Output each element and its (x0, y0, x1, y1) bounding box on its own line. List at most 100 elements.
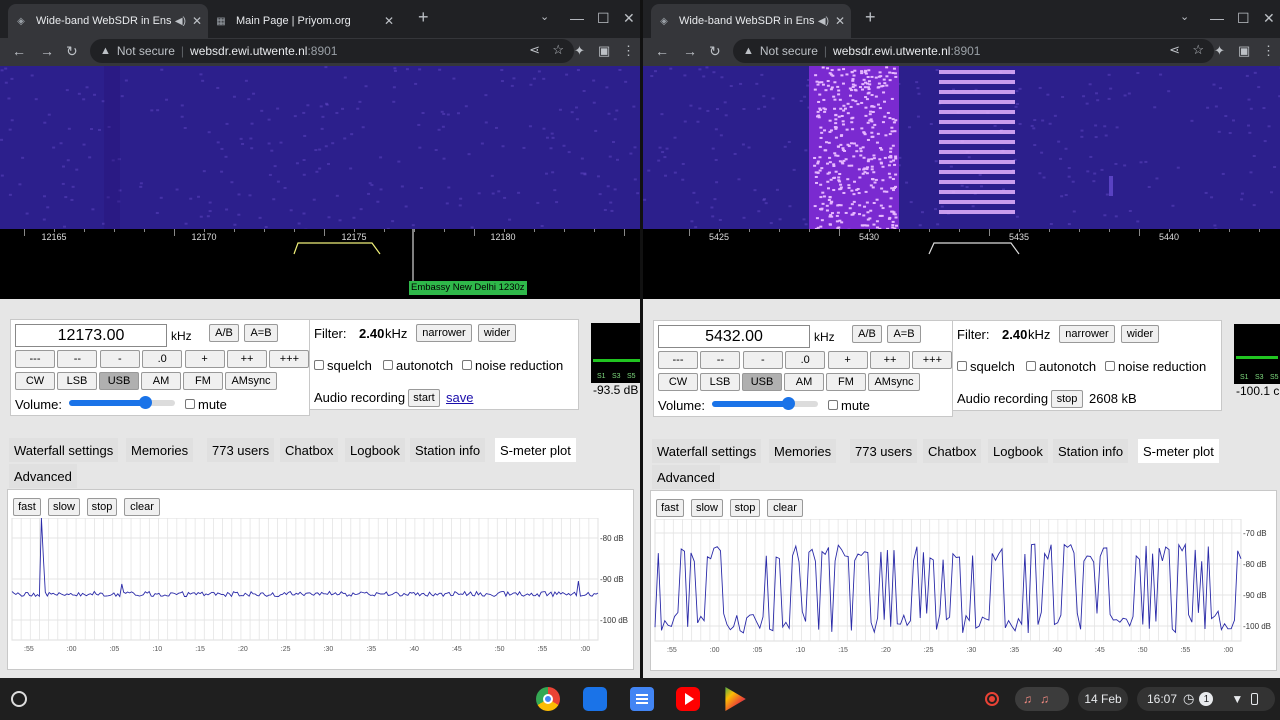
new-tab-icon[interactable]: + (418, 7, 429, 28)
side-panel-icon[interactable]: ▣ (598, 43, 610, 59)
files-app-icon[interactable] (583, 687, 607, 711)
frequency-input[interactable]: 5432.00 (658, 325, 810, 348)
step-button[interactable]: -- (700, 351, 741, 369)
maximize-icon[interactable]: ☐ (597, 10, 610, 27)
step-button[interactable]: - (742, 351, 783, 369)
step-button[interactable]: + (184, 350, 225, 368)
address-bar[interactable]: ▲ Not secure | websdr.ewi.utwente.nl:8901 ⋖ ☆ (733, 39, 1214, 63)
step-button[interactable]: .0 (785, 351, 826, 369)
speaker-icon[interactable]: ◀) (175, 16, 186, 27)
plot-stop-button[interactable]: stop (87, 498, 117, 516)
autonotch-checkbox[interactable] (383, 360, 393, 370)
plot-slow-button[interactable]: slow (691, 499, 723, 517)
date-tray[interactable]: 14 Feb (1078, 687, 1128, 711)
mode-button-am[interactable]: AM (141, 372, 181, 390)
noise-checkbox[interactable] (1105, 361, 1115, 371)
browser-tab-2[interactable]: ▦ Main Page | Priyom.org ✕ (208, 4, 400, 38)
recording-button[interactable]: stop (1051, 390, 1083, 408)
plot-stop-button[interactable]: stop (730, 499, 760, 517)
mode-button-usb[interactable]: USB (742, 373, 782, 391)
plot-fast-button[interactable]: fast (656, 499, 684, 517)
station-label[interactable]: Embassy New Delhi 1230z (409, 281, 527, 295)
bookmark-star-icon[interactable]: ☆ (1192, 42, 1204, 58)
plot-fast-button[interactable]: fast (13, 498, 41, 516)
tab-memories[interactable]: Memories (769, 439, 837, 463)
step-button[interactable]: ++ (870, 351, 910, 369)
minimize-icon[interactable]: — (570, 10, 584, 26)
headset-tray[interactable]: ♫ ♫ (1015, 687, 1069, 711)
tab-search-icon[interactable]: ⌄ (540, 10, 549, 23)
step-button[interactable]: --- (658, 351, 698, 369)
step-button[interactable]: +++ (912, 351, 953, 369)
narrower-button[interactable]: narrower (416, 324, 472, 342)
menu-icon[interactable]: ⋮ (1262, 43, 1275, 59)
screen-record-icon[interactable] (985, 692, 999, 706)
new-tab-icon[interactable]: + (865, 7, 876, 28)
menu-icon[interactable]: ⋮ (622, 43, 635, 59)
step-button[interactable]: -- (57, 350, 98, 368)
address-bar[interactable]: ▲ Not secure | websdr.ewi.utwente.nl:8901 ⋖ ☆ (90, 39, 574, 63)
frequency-scale[interactable]: 121651217012175121801Embassy New Delhi 1… (0, 229, 640, 299)
play-store-app-icon[interactable] (725, 687, 746, 711)
docs-app-icon[interactable] (630, 687, 654, 711)
tab-waterfall-settings[interactable]: Waterfall settings (9, 438, 119, 462)
ab-button[interactable]: A/B (209, 324, 239, 342)
squelch-checkbox[interactable] (957, 361, 967, 371)
extensions-icon[interactable]: ✦ (1214, 43, 1225, 59)
waterfall-canvas[interactable] (643, 66, 1280, 229)
tab-waterfall-settings[interactable]: Waterfall settings (652, 439, 762, 463)
mute-checkbox[interactable] (828, 400, 838, 410)
tab-chatbox[interactable]: Chatbox (280, 438, 339, 462)
step-button[interactable]: +++ (269, 350, 310, 368)
reload-icon[interactable]: ↻ (66, 43, 78, 60)
frequency-scale[interactable]: 5425 5430 5435 5440 (643, 229, 1280, 299)
launcher-button[interactable] (11, 691, 27, 707)
share-icon[interactable]: ⋖ (1169, 42, 1180, 58)
mode-button-am[interactable]: AM (784, 373, 824, 391)
autonotch-checkbox[interactable] (1026, 361, 1036, 371)
forward-icon[interactable]: → (683, 43, 697, 59)
tab-773-users[interactable]: 773 users (207, 438, 275, 462)
tab-search-icon[interactable]: ⌄ (1180, 10, 1189, 23)
tab-logbook[interactable]: Logbook (988, 439, 1048, 463)
passband-svg[interactable] (0, 229, 640, 299)
tab-chatbox[interactable]: Chatbox (923, 439, 982, 463)
waterfall-canvas[interactable] (0, 66, 640, 229)
a-equals-b-button[interactable]: A=B (244, 324, 278, 342)
youtube-app-icon[interactable] (676, 687, 700, 711)
volume-slider[interactable] (712, 397, 818, 410)
wider-button[interactable]: wider (1121, 325, 1159, 343)
recording-button[interactable]: start (408, 389, 440, 407)
step-button[interactable]: ++ (227, 350, 267, 368)
tab-close-icon[interactable]: ✕ (835, 14, 845, 28)
narrower-button[interactable]: narrower (1059, 325, 1115, 343)
plot-clear-button[interactable]: clear (767, 499, 803, 517)
mode-button-cw[interactable]: CW (15, 372, 55, 390)
recording-save-link[interactable]: save (446, 390, 473, 405)
mode-button-usb[interactable]: USB (99, 372, 139, 390)
tab-773-users[interactable]: 773 users (850, 439, 918, 463)
tab-close-icon[interactable]: ✕ (384, 14, 394, 28)
back-icon[interactable]: ← (655, 43, 669, 59)
chrome-app-icon[interactable] (536, 687, 560, 711)
squelch-checkbox[interactable] (314, 360, 324, 370)
browser-tab-1[interactable]: ◈ Wide-band WebSDR in Ensch ◀) ✕ (8, 4, 208, 38)
status-tray[interactable]: 16:07 ◷ 1 ▼ (1137, 687, 1275, 711)
bookmark-star-icon[interactable]: ☆ (552, 42, 564, 58)
mode-button-lsb[interactable]: LSB (57, 372, 97, 390)
mode-button-cw[interactable]: CW (658, 373, 698, 391)
mode-button-amsync[interactable]: AMsync (868, 373, 920, 391)
back-icon[interactable]: ← (12, 43, 26, 59)
tab-s-meter-plot[interactable]: S-meter plot (1138, 439, 1219, 463)
tab-station-info[interactable]: Station info (1053, 439, 1129, 463)
plot-clear-button[interactable]: clear (124, 498, 160, 516)
tab-memories[interactable]: Memories (126, 438, 194, 462)
speaker-icon[interactable]: ◀) (818, 16, 829, 27)
mode-button-fm[interactable]: FM (183, 372, 223, 390)
volume-knob[interactable] (782, 397, 796, 410)
a-equals-b-button[interactable]: A=B (887, 325, 921, 343)
mode-button-amsync[interactable]: AMsync (225, 372, 277, 390)
tab-station-info[interactable]: Station info (410, 438, 486, 462)
step-button[interactable]: .0 (142, 350, 183, 368)
wider-button[interactable]: wider (478, 324, 516, 342)
